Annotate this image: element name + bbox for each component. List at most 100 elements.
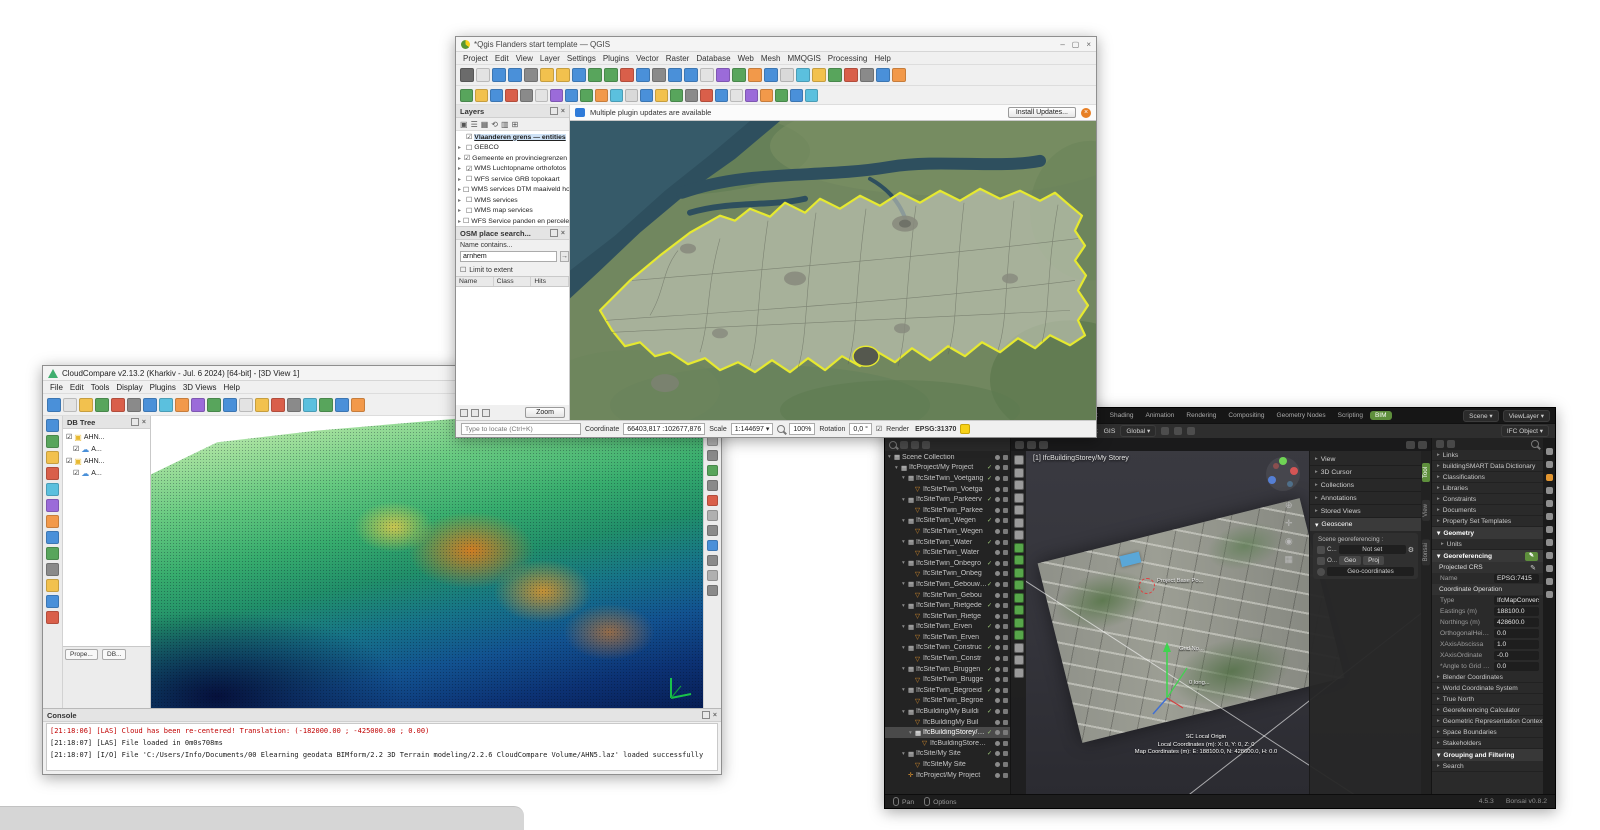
layer-item[interactable]: ▸ ☐ WMS map services: [456, 206, 569, 217]
outliner-item[interactable]: ▾ ▦ IfcSiteTwin_Gebouwen ✓: [885, 579, 1010, 590]
property-field[interactable]: *Angle to Grid North0.0: [1432, 661, 1543, 672]
outliner-item[interactable]: ▽ IfcSiteTwin_Wegen: [885, 526, 1010, 537]
menu-item[interactable]: Database: [693, 54, 733, 63]
property-panel-collapsed[interactable]: ▸True North: [1432, 694, 1543, 705]
outliner-item[interactable]: ▾ ▦ IfcProject/My Project ✓: [885, 463, 1010, 474]
db-tree-item[interactable]: ☑ ☁ A...: [63, 467, 150, 479]
toolbar-icon[interactable]: [476, 68, 490, 82]
outliner-item[interactable]: ▽ IfcSiteTwin_Erven: [885, 632, 1010, 643]
hide-eye-icon[interactable]: [995, 582, 1000, 587]
layers-tool-icon[interactable]: ☰: [471, 120, 478, 129]
properties-tab-icon[interactable]: [1546, 461, 1553, 468]
view-icon[interactable]: [1027, 441, 1036, 449]
hide-eye-icon[interactable]: [995, 656, 1000, 661]
item-checkbox[interactable]: ☑: [66, 457, 72, 465]
crs-settings-gear-icon[interactable]: ⚙: [1408, 546, 1414, 554]
menu-item[interactable]: MMQGIS: [784, 54, 823, 63]
menu-item[interactable]: Vector: [633, 54, 662, 63]
tool-icon[interactable]: [46, 611, 59, 624]
toolbar-icon[interactable]: [556, 68, 570, 82]
toolbar-icon[interactable]: [111, 398, 125, 412]
item-checkbox[interactable]: ✓: [987, 750, 995, 757]
view-tool-icon[interactable]: [707, 570, 718, 581]
shading-icon[interactable]: [1039, 441, 1048, 449]
render-camera-icon[interactable]: [1003, 593, 1008, 598]
db-tree-item[interactable]: ☑ ☁ A...: [63, 443, 150, 455]
menu-item[interactable]: Help: [221, 383, 243, 392]
view-tool-icon[interactable]: [707, 495, 718, 506]
toolbar-icon[interactable]: [255, 398, 269, 412]
render-camera-icon[interactable]: [1003, 656, 1008, 661]
property-panel-collapsed[interactable]: ▸World Coordinate System: [1432, 683, 1543, 694]
menu-item[interactable]: Project: [460, 54, 491, 63]
tool-icon[interactable]: [46, 467, 59, 480]
toolbar-icon[interactable]: [572, 68, 586, 82]
layer-checkbox[interactable]: ☐: [463, 217, 469, 225]
view-tool-icon[interactable]: [707, 480, 718, 491]
toolbar-icon[interactable]: [620, 68, 634, 82]
map-canvas[interactable]: [570, 121, 1096, 420]
filter-icon[interactable]: [911, 441, 919, 449]
toolbar-icon[interactable]: [223, 398, 237, 412]
render-camera-icon[interactable]: [1003, 497, 1008, 502]
limit-checkbox[interactable]: ☐: [460, 266, 466, 274]
layer-checkbox[interactable]: ☐: [463, 186, 469, 194]
toolbar-icon[interactable]: [595, 89, 608, 102]
property-panel-collapsed[interactable]: ▸Property Set Templates: [1432, 516, 1543, 527]
search-icon[interactable]: [889, 441, 897, 449]
outliner-item[interactable]: ▾ ▦ IfcSiteTwin_Onbegro ✓: [885, 558, 1010, 569]
hide-eye-icon[interactable]: [995, 571, 1000, 576]
properties-tab-icon[interactable]: [1546, 500, 1553, 507]
sidebar-tab[interactable]: Bonsai: [1422, 539, 1430, 565]
tool-icon[interactable]: [46, 499, 59, 512]
pan-hand-icon[interactable]: ✛: [1284, 518, 1293, 529]
layer-item[interactable]: ▸ ☐ GEBCO: [456, 143, 569, 154]
sidebar-section[interactable]: ▸3D Cursor: [1310, 466, 1421, 479]
outliner-item[interactable]: ▾ ▦ IfcSiteTwin_Construc ✓: [885, 643, 1010, 654]
toolbar-icon[interactable]: [524, 68, 538, 82]
viewport-tool-icon[interactable]: [1014, 630, 1024, 640]
workspace-tab[interactable]: Geometry Nodes: [1272, 411, 1331, 420]
toolbar-icon[interactable]: [475, 89, 488, 102]
hide-eye-icon[interactable]: [995, 773, 1000, 778]
sidebar-section[interactable]: ▸Collections: [1310, 479, 1421, 492]
toolbar-icon[interactable]: [550, 89, 563, 102]
render-camera-icon[interactable]: [1003, 635, 1008, 640]
menu-item[interactable]: Settings: [564, 54, 599, 63]
navigation-gizmo[interactable]: [1263, 454, 1303, 494]
log-messages-icon[interactable]: [960, 424, 970, 434]
property-panel-collapsed[interactable]: ▸Blender Coordinates: [1432, 672, 1543, 683]
toolbar-icon[interactable]: [636, 68, 650, 82]
viewport-tool-icon[interactable]: [1014, 518, 1024, 528]
hide-eye-icon[interactable]: [995, 677, 1000, 682]
view-tool-icon[interactable]: [707, 525, 718, 536]
osm-tool-icon[interactable]: [482, 409, 490, 417]
toolbar-icon[interactable]: [508, 68, 522, 82]
minimize-button[interactable]: –: [1060, 40, 1064, 49]
maximize-button[interactable]: ▢: [1072, 40, 1080, 49]
toolbar-icon[interactable]: [892, 68, 906, 82]
outliner-item[interactable]: ▽ IfcSiteTwin_Begroe: [885, 696, 1010, 707]
expand-arrow-icon[interactable]: ▸: [458, 144, 464, 151]
menu-item[interactable]: Processing: [825, 54, 871, 63]
render-camera-icon[interactable]: [1003, 667, 1008, 672]
grid-toggle-icon[interactable]: ▦: [1284, 554, 1293, 565]
locator-input[interactable]: [461, 423, 581, 435]
toolbar-icon[interactable]: [505, 89, 518, 102]
layer-checkbox[interactable]: ☑: [466, 165, 472, 173]
outliner-item[interactable]: ▽ IfcSiteTwin_Constr: [885, 653, 1010, 664]
render-camera-icon[interactable]: [1003, 540, 1008, 545]
outliner-item[interactable]: ▾ ▦ IfcSiteTwin_Voetgang ✓: [885, 473, 1010, 484]
menu-item[interactable]: Plugins: [600, 54, 632, 63]
toolbar-icon[interactable]: [604, 68, 618, 82]
layer-item[interactable]: ▸ ☐ WMS services: [456, 195, 569, 206]
name-contains-input[interactable]: [460, 251, 557, 262]
render-camera-icon[interactable]: [1003, 677, 1008, 682]
layer-checkbox[interactable]: ☑: [464, 154, 470, 162]
toolbar-icon[interactable]: [796, 68, 810, 82]
toolbar-icon[interactable]: [47, 398, 61, 412]
toolbar-icon[interactable]: [668, 68, 682, 82]
close-panel-icon[interactable]: ×: [561, 230, 565, 237]
item-checkbox[interactable]: ✓: [987, 708, 995, 715]
item-checkbox[interactable]: ✓: [987, 666, 995, 673]
